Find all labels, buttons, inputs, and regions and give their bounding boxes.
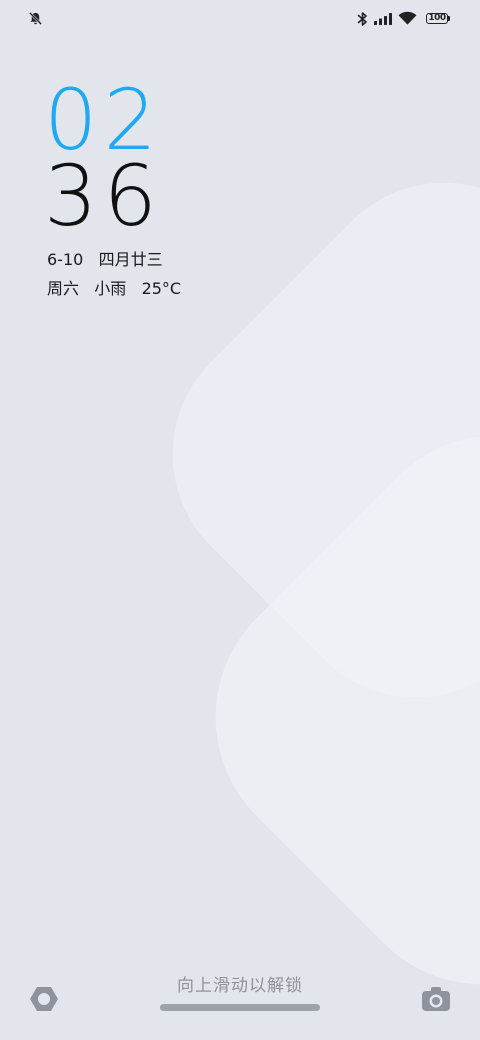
- camera-icon[interactable]: [421, 984, 451, 1014]
- gregorian-date: 6-10: [47, 250, 84, 269]
- home-indicator[interactable]: [160, 1004, 320, 1011]
- weather-line: 周六 小雨 25°C: [47, 275, 181, 299]
- notifications-muted-icon: [29, 12, 42, 25]
- clock-minute: 36: [44, 147, 163, 245]
- unlock-hint: 向上滑动以解锁: [177, 976, 303, 996]
- bluetooth-icon: [357, 12, 367, 26]
- lunar-date: 四月廿三: [98, 250, 163, 269]
- battery-tip: [448, 16, 450, 21]
- status-bar: 100: [0, 0, 480, 40]
- smart-home-icon[interactable]: [29, 984, 59, 1014]
- weekday: 周六: [47, 279, 80, 298]
- weather-condition: 小雨: [94, 279, 127, 298]
- date-line: 6-10 四月廿三: [47, 246, 163, 270]
- temperature: 25°C: [141, 279, 182, 298]
- battery-icon: 100: [426, 13, 448, 24]
- battery-level: 100: [428, 13, 446, 23]
- cellular-signal-icon: [374, 13, 392, 25]
- wifi-icon: [398, 11, 417, 25]
